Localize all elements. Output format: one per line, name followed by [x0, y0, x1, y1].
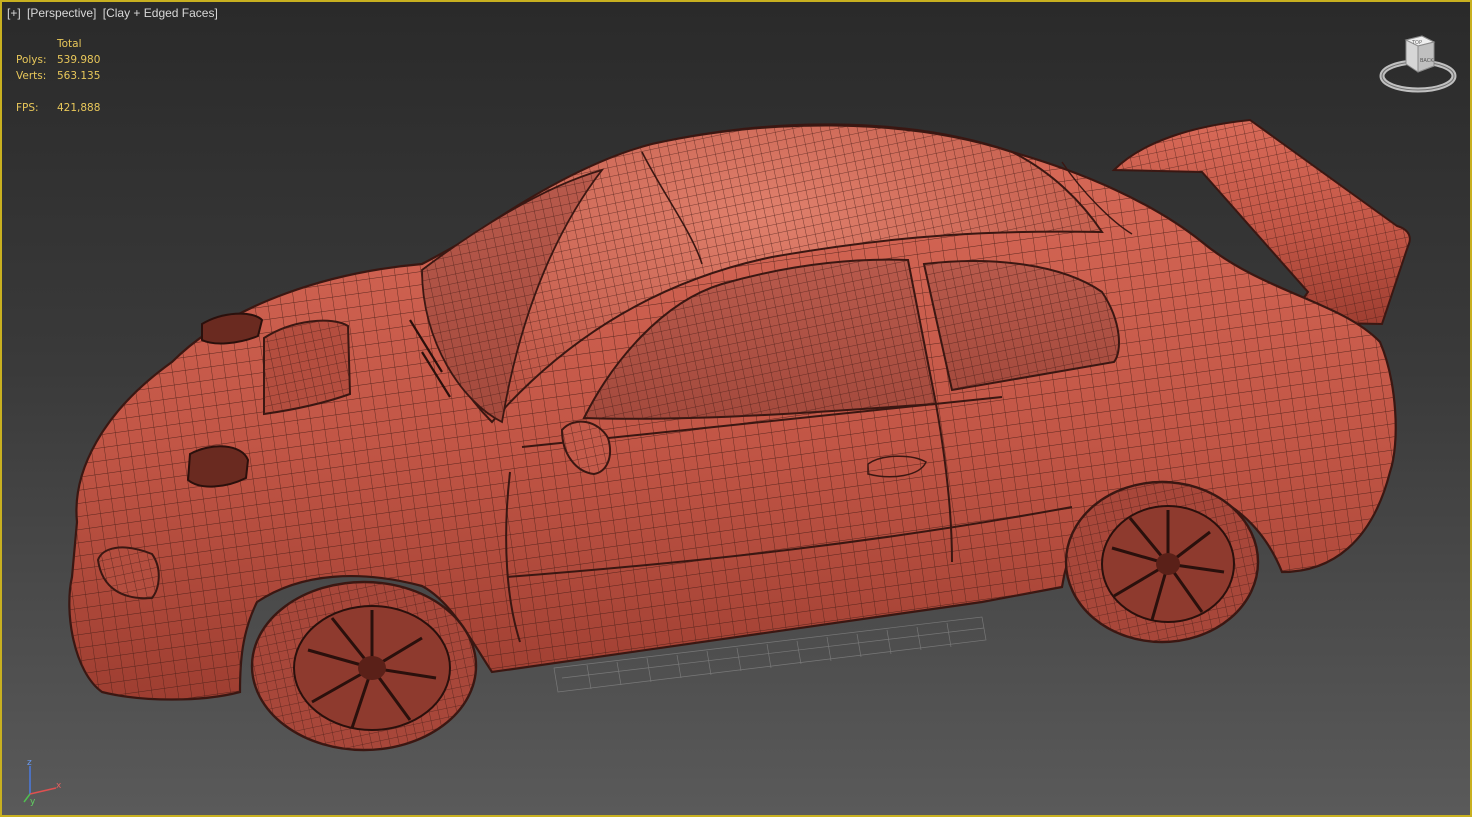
shading-mode-menu[interactable]: [Clay + Edged Faces]	[103, 6, 218, 20]
polys-label: Polys:	[16, 54, 47, 66]
axis-tripod-icon: z x y	[23, 758, 62, 807]
view-type-menu[interactable]: [Perspective]	[27, 6, 96, 20]
car-mesh-render[interactable]	[2, 2, 1470, 815]
fps-label: FPS:	[16, 102, 39, 114]
viewcube-icon[interactable]: TOP BACK	[1378, 32, 1458, 102]
perspective-viewport[interactable]: [+] [Perspective] [Clay + Edged Faces] T…	[0, 0, 1472, 817]
stats-header: Total	[57, 38, 82, 50]
viewcube-face-label: BACK	[1420, 58, 1434, 64]
front-wheel	[250, 580, 478, 752]
viewcube-top-label: TOP	[1411, 40, 1422, 46]
fps-value: 421,888	[57, 102, 101, 114]
verts-label: Verts:	[16, 70, 47, 82]
axis-z-label: z	[27, 758, 32, 768]
viewport-menu-button[interactable]: [+]	[7, 6, 21, 20]
statistics-overlay: Total Polys: 539.980 Verts: 563.135 FPS:…	[16, 36, 100, 116]
axis-x-label: x	[56, 781, 62, 791]
axis-y-label: y	[30, 797, 36, 807]
rear-wheel	[1064, 480, 1260, 644]
viewport-label[interactable]: [+] [Perspective] [Clay + Edged Faces]	[7, 6, 221, 20]
polys-value: 539.980	[57, 54, 101, 66]
verts-value: 563.135	[57, 70, 101, 82]
